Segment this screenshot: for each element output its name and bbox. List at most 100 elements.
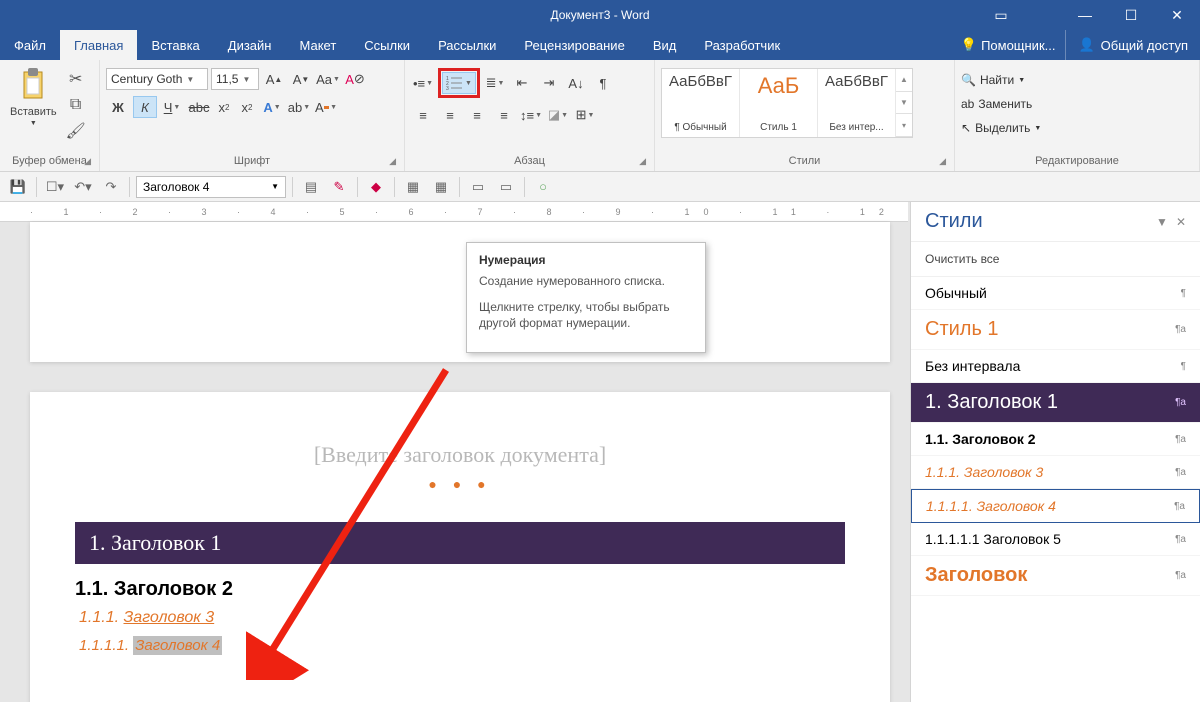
share-button[interactable]: 👤 Общий доступ <box>1065 30 1200 60</box>
underline-button[interactable]: Ч▼ <box>160 96 184 118</box>
select-button[interactable]: ↖Выделить▼ <box>961 118 1041 138</box>
font-size-combo[interactable]: 11,5▼ <box>211 68 259 90</box>
decrease-indent-button[interactable]: ⇤ <box>510 72 534 94</box>
align-center-button[interactable]: ≡ <box>438 104 462 126</box>
grow-font-button[interactable]: A▲ <box>262 68 286 90</box>
horizontal-ruler[interactable]: · 1 · 2 · 3 · 4 · 5 · 6 · 7 · 8 · 9 · 10… <box>0 202 908 222</box>
style-item-3[interactable]: 1. Заголовок 1¶a <box>911 383 1200 423</box>
borders-button[interactable]: ⊞▼ <box>573 104 597 126</box>
styles-gallery[interactable]: АаБбВвГ ¶ Обычный АаБ Стиль 1 АаБбВвГ Бе… <box>661 68 913 138</box>
tab-home[interactable]: Главная <box>60 30 137 60</box>
qat-icon-1[interactable]: ▤ <box>299 176 323 198</box>
undo-icon[interactable]: ↶▾ <box>71 176 95 198</box>
maximize-button[interactable]: ☐ <box>1108 0 1154 30</box>
qat-icon-6[interactable]: ▭ <box>466 176 490 198</box>
tab-design[interactable]: Дизайн <box>214 30 286 60</box>
style-combo[interactable]: Заголовок 4▼ <box>136 176 286 198</box>
sort-button[interactable]: A↓ <box>564 72 588 94</box>
style-item-4[interactable]: 1.1. Заголовок 2¶a <box>911 423 1200 456</box>
scissors-icon: ✂ <box>69 69 82 89</box>
style-item-1[interactable]: Стиль 1¶a <box>911 310 1200 350</box>
replace-button[interactable]: abЗаменить <box>961 94 1041 114</box>
line-spacing-button[interactable]: ↕≡▼ <box>519 104 543 126</box>
search-icon: 🔍 <box>961 73 976 87</box>
styles-pane: Стили ▼✕ Очистить все Обычный¶Стиль 1¶aБ… <box>910 202 1200 702</box>
numbering-button[interactable]: 123 ▼ <box>442 72 476 94</box>
bold-button[interactable]: Ж <box>106 96 130 118</box>
text-effects-button[interactable]: A▼ <box>260 96 284 118</box>
style-item-7[interactable]: 1.1.1.1.1 Заголовок 5¶a <box>911 523 1200 556</box>
increase-indent-button[interactable]: ⇥ <box>537 72 561 94</box>
qat-new-icon[interactable]: ☐▾ <box>43 176 67 198</box>
document-page[interactable]: [Введите заголовок документа] ● ● ● 1. З… <box>30 392 890 702</box>
heading-1[interactable]: 1. Заголовок 1 <box>75 522 845 564</box>
heading-3[interactable]: 1.1.1. Заголовок 3 <box>79 609 845 627</box>
change-case-button[interactable]: Aa▼ <box>316 68 340 90</box>
superscript-button[interactable]: x2 <box>237 96 257 118</box>
paste-button[interactable]: Вставить ▼ <box>6 64 61 129</box>
tab-file[interactable]: Файл <box>0 30 60 60</box>
tab-mailings[interactable]: Рассылки <box>424 30 510 60</box>
style-normal[interactable]: АаБбВвГ ¶ Обычный <box>662 69 740 137</box>
qat-icon-3[interactable]: ◆ <box>364 176 388 198</box>
style-item-0[interactable]: Обычный¶ <box>911 277 1200 310</box>
clear-formatting-button[interactable]: A⊘ <box>343 68 367 90</box>
dialog-launcher-icon[interactable]: ◢ <box>639 156 646 167</box>
find-button[interactable]: 🔍Найти▼ <box>961 70 1041 90</box>
svg-text:3: 3 <box>446 86 449 91</box>
close-button[interactable]: ✕ <box>1154 0 1200 30</box>
redo-icon[interactable]: ↷ <box>99 176 123 198</box>
copy-button[interactable]: ⧉ <box>65 94 87 116</box>
multilevel-list-button[interactable]: ≣▼ <box>483 72 507 94</box>
qat-icon-7[interactable]: ▭ <box>494 176 518 198</box>
group-label-font: Шрифт◢ <box>106 153 398 169</box>
save-icon[interactable]: 💾 <box>6 176 30 198</box>
style-style1[interactable]: АаБ Стиль 1 <box>740 69 818 137</box>
tab-view[interactable]: Вид <box>639 30 691 60</box>
style-item-5[interactable]: 1.1.1. Заголовок 3¶a <box>911 456 1200 489</box>
style-item-6[interactable]: 1.1.1.1. Заголовок 4¶a <box>911 489 1200 523</box>
tab-references[interactable]: Ссылки <box>350 30 424 60</box>
qat-icon-4[interactable]: ▦ <box>401 176 425 198</box>
dialog-launcher-icon[interactable]: ◢ <box>84 156 91 167</box>
shrink-font-button[interactable]: A▼ <box>289 68 313 90</box>
style-item-2[interactable]: Без интервала¶ <box>911 350 1200 383</box>
bullets-button[interactable]: •≡▼ <box>411 72 435 94</box>
show-marks-button[interactable]: ¶ <box>591 72 615 94</box>
selected-text: Заголовок 4 <box>133 636 222 655</box>
align-left-button[interactable]: ≡ <box>411 104 435 126</box>
strikethrough-button[interactable]: abc <box>187 96 211 118</box>
font-color-button[interactable]: A▼ <box>314 96 338 118</box>
title-placeholder[interactable]: [Введите заголовок документа] <box>75 442 845 468</box>
qat-icon-5[interactable]: ▦ <box>429 176 453 198</box>
highlight-button[interactable]: ab▼ <box>287 96 311 118</box>
font-name-combo[interactable]: Century Goth▼ <box>106 68 208 90</box>
tab-review[interactable]: Рецензирование <box>510 30 638 60</box>
ribbon-display-options-icon[interactable]: ▭ <box>986 0 1016 30</box>
minimize-button[interactable]: — <box>1062 0 1108 30</box>
pane-close-icon[interactable]: ✕ <box>1176 215 1186 229</box>
styles-list[interactable]: Обычный¶Стиль 1¶aБез интервала¶1. Заголо… <box>911 277 1200 702</box>
styles-gallery-more[interactable]: ▲▼▾ <box>896 69 912 137</box>
heading-4[interactable]: 1.1.1.1. Заголовок 4 <box>79 637 845 654</box>
shading-button[interactable]: ◪▼ <box>546 104 570 126</box>
pane-options-icon[interactable]: ▼ <box>1156 215 1168 229</box>
heading-2[interactable]: 1.1. Заголовок 2 <box>75 578 845 601</box>
justify-button[interactable]: ≡ <box>492 104 516 126</box>
format-painter-button[interactable]: 🖌 <box>65 120 87 142</box>
tell-me[interactable]: 💡 Помощник... <box>951 30 1066 60</box>
dialog-launcher-icon[interactable]: ◢ <box>389 156 396 167</box>
dialog-launcher-icon[interactable]: ◢ <box>939 156 946 167</box>
tab-layout[interactable]: Макет <box>285 30 350 60</box>
subscript-button[interactable]: x2 <box>214 96 234 118</box>
italic-button[interactable]: К <box>133 96 157 118</box>
qat-icon-2[interactable]: ✎ <box>327 176 351 198</box>
clear-all-button[interactable]: Очистить все <box>911 242 1200 277</box>
style-item-8[interactable]: Заголовок¶a <box>911 556 1200 596</box>
style-nospacing[interactable]: АаБбВвГ Без интер... <box>818 69 896 137</box>
tab-insert[interactable]: Вставка <box>137 30 213 60</box>
tab-developer[interactable]: Разработчик <box>690 30 794 60</box>
qat-icon-8[interactable]: ○ <box>531 176 555 198</box>
cut-button[interactable]: ✂ <box>65 68 87 90</box>
align-right-button[interactable]: ≡ <box>465 104 489 126</box>
